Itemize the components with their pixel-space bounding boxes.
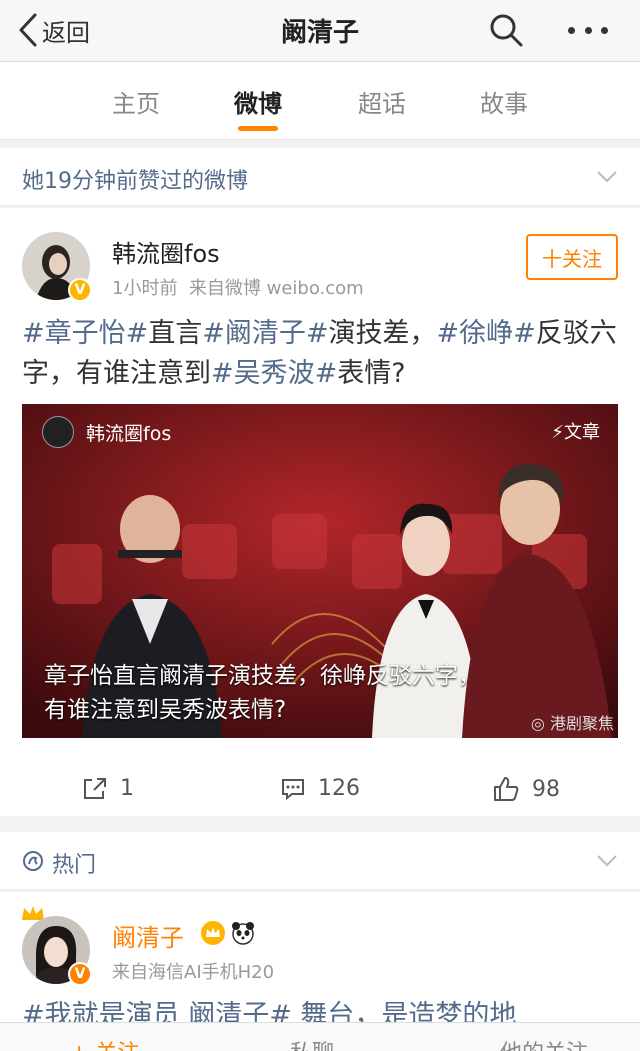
follow-button[interactable]: 十关注 <box>526 234 618 280</box>
comment-icon <box>282 778 304 800</box>
liked-section-header[interactable]: 她19分钟前赞过的微博 <box>0 148 640 206</box>
chevron-left-icon <box>19 13 37 47</box>
post-text: #章子怡#直言#阚清子#演技差，#徐峥#反驳六字，有谁注意到#吴秀波#表情? <box>22 314 622 394</box>
like-count: 98 <box>532 776 560 802</box>
hashtag-link[interactable]: #吴秀波# <box>211 358 337 389</box>
repost-count: 1 <box>120 776 134 801</box>
bottom-following-button[interactable]: 他的关注 <box>500 1035 588 1051</box>
article-type-label: 文章 <box>564 422 600 443</box>
article-author-avatar <box>42 416 74 448</box>
weibo-post: V 韩流圈fos 1小时前 来自微博 weibo.com 十关注 #章子怡#直言… <box>0 208 640 816</box>
article-caption-line-2: 有谁注意到吴秀波表情? <box>44 697 287 723</box>
comment-button[interactable]: 126 <box>280 776 360 801</box>
hashtag-link[interactable]: #章子怡# <box>22 318 148 349</box>
page-title: 阚清子 <box>280 18 359 48</box>
hot-section-label: 热门 <box>52 853 97 878</box>
tab-super-topic[interactable]: 超话 <box>342 84 422 119</box>
post-actions: 1 126 98 <box>0 768 640 816</box>
nav-bar: 返回 阚清子 <box>0 0 640 62</box>
article-type-badge: ⚡文章 <box>551 418 600 444</box>
repost-icon <box>84 777 106 799</box>
hot-section-header[interactable]: 热门 <box>0 832 640 890</box>
bottom-action-bar: + 关注 私聊 他的关注 <box>0 1022 640 1051</box>
tab-weibo[interactable]: 微博 <box>218 84 298 119</box>
post-author[interactable]: 阚清子 <box>112 918 184 953</box>
post-time: 1小时前 <box>112 278 178 299</box>
chevron-down-icon[interactable] <box>596 170 618 184</box>
like-button[interactable]: 98 <box>492 776 560 802</box>
more-dot-icon <box>568 26 575 34</box>
post-text-segment: 表情? <box>337 358 406 389</box>
hashtag-link[interactable]: #阚清子# <box>202 318 328 349</box>
post-author[interactable]: 韩流圈fos <box>112 234 220 269</box>
more-dot-icon <box>584 26 592 34</box>
search-icon <box>490 14 523 47</box>
hot-post: V 阚清子 来自海信AI手机H20 #我就是演员 阚清子# 舞台，是造梦的地 <box>0 892 640 1031</box>
watermark-text: 港剧聚焦 <box>549 714 614 733</box>
verified-badge-icon: V <box>68 278 92 302</box>
weibo-logo-icon: ◎ <box>530 714 545 733</box>
panda-badge-icon <box>232 922 254 945</box>
member-crown-badge-icon <box>201 921 225 945</box>
post-text-segment: 演技差， <box>328 318 437 349</box>
liked-section-label: 她19分钟前赞过的微博 <box>22 169 248 194</box>
more-dot-icon <box>601 26 608 34</box>
comment-count: 126 <box>318 776 360 801</box>
post-text-segment: 直言 <box>148 318 203 349</box>
hot-icon <box>23 851 43 871</box>
back-button[interactable]: 返回 <box>18 12 90 48</box>
thumbs-up-icon <box>494 777 519 801</box>
back-label: 返回 <box>42 18 90 47</box>
media-watermark: ◎ 港剧聚焦 <box>531 710 614 734</box>
tab-home[interactable]: 主页 <box>96 84 176 119</box>
badge-icons <box>200 920 256 946</box>
verified-badge-icon: V <box>68 962 92 986</box>
bottom-message-button[interactable]: 私聊 <box>290 1035 334 1051</box>
article-caption-line-1: 章子怡直言阚清子演技差，徐峥反驳六字， <box>44 663 481 689</box>
article-card[interactable]: 韩流圈fos ⚡文章 章子怡直言阚清子演技差，徐峥反驳六字， 有谁注意到吴秀波表… <box>22 404 618 738</box>
post-meta: 1小时前 来自微博 weibo.com <box>112 274 364 300</box>
hashtag-link[interactable]: #徐峥# <box>437 318 536 349</box>
more-button[interactable] <box>568 22 608 38</box>
post-source: 来自海信AI手机H20 <box>112 962 275 983</box>
search-button[interactable] <box>488 12 524 48</box>
post-source: 来自微博 weibo.com <box>188 278 364 299</box>
lightning-icon: ⚡ <box>551 422 564 443</box>
active-tab-indicator <box>238 126 278 131</box>
repost-button[interactable]: 1 <box>82 776 134 801</box>
chevron-down-icon[interactable] <box>596 854 618 868</box>
profile-tabs: 主页 微博 超话 故事 <box>0 62 640 140</box>
tab-stories[interactable]: 故事 <box>464 84 544 119</box>
article-author: 韩流圈fos <box>42 416 171 448</box>
bottom-follow-button[interactable]: + 关注 <box>70 1035 139 1051</box>
article-author-name: 韩流圈fos <box>86 422 172 445</box>
